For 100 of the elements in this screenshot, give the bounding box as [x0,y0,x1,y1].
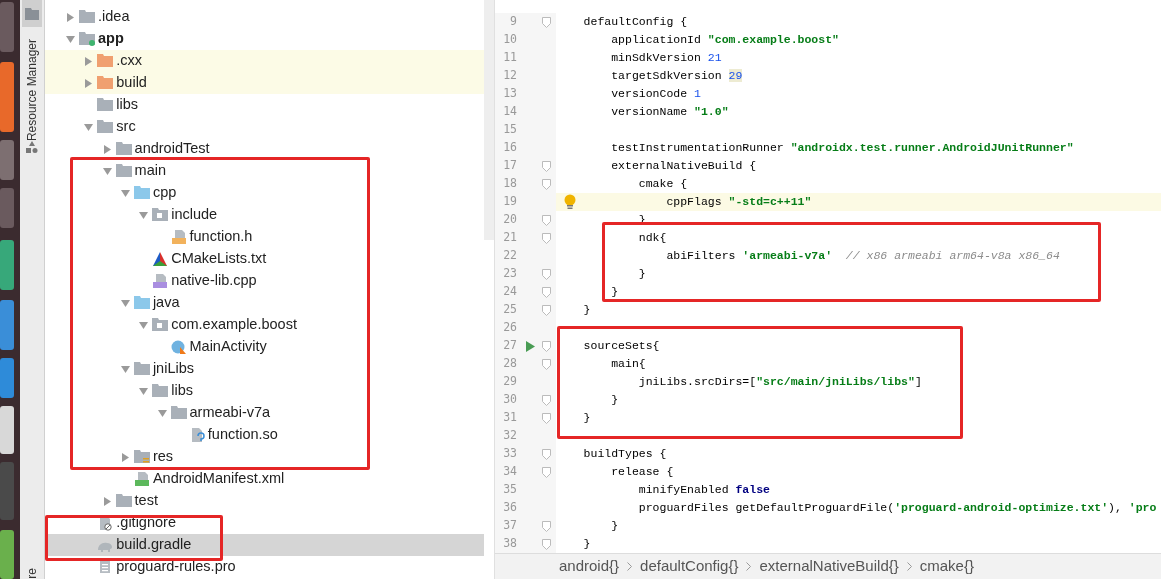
breadcrumb-item[interactable]: externalNativeBuild{} [759,555,899,578]
triangle-right-icon[interactable] [103,144,111,154]
code-line: } [610,392,620,408]
fold-marker-icon[interactable] [541,304,551,316]
fold-marker-icon[interactable] [541,232,551,244]
fold-marker-icon[interactable] [541,520,551,532]
tree-row[interactable]: main [45,160,484,182]
line-number: 10 [502,31,517,49]
fold-marker-icon[interactable] [541,286,551,298]
tree-row[interactable]: armeabi-v7a [45,402,484,424]
tree-row[interactable]: app [45,28,484,50]
breadcrumb-item[interactable]: defaultConfig{} [640,555,739,578]
tree-row[interactable]: src [45,116,484,138]
tree-row[interactable]: com.example.boost [45,314,484,336]
item-label: build [116,73,147,93]
line-number: 33 [502,445,517,463]
triangle-down-icon[interactable] [139,321,149,329]
tree-row[interactable]: function.h [45,226,484,248]
fold-marker-icon[interactable] [541,160,551,172]
tree-row[interactable]: .cxx [45,50,484,72]
item-label: main [134,161,167,181]
code-line: minSdkVersion 21 [610,50,723,66]
line-number: 25 [502,301,517,319]
triangle-down-icon[interactable] [157,409,167,417]
code-line: targetSdkVersion 29 [610,68,744,84]
triangle-down-icon[interactable] [120,299,130,307]
breadcrumb-item[interactable]: android{} [559,555,620,578]
item-label: native-lib.cpp [171,271,257,291]
item-label: proguard-rules.pro [116,557,236,577]
tree-row[interactable]: CMakeLists.txt [45,248,484,270]
line-number: 22 [502,247,517,265]
line-number: 23 [502,265,517,283]
folder-icon [133,295,150,311]
scrollbar[interactable] [484,0,494,240]
tree-row[interactable]: .idea [45,6,484,28]
triangle-right-icon[interactable] [121,452,129,462]
item-label: app [98,29,124,49]
tree-row[interactable]: include [45,204,484,226]
tree-row[interactable]: MainActivity [45,336,484,358]
triangle-right-icon[interactable] [85,78,93,88]
item-label: include [171,205,218,225]
line-number: 30 [502,391,517,409]
fold-marker-icon[interactable] [541,394,551,406]
lightbulb-icon[interactable] [564,194,576,210]
fold-marker-icon[interactable] [541,448,551,460]
fold-marker-icon[interactable] [541,214,551,226]
triangle-down-icon[interactable] [139,387,149,395]
tool-window-button[interactable] [22,0,42,27]
tree-row[interactable]: proguard-rules.pro [45,556,484,578]
item-label: function.so [207,425,278,445]
package-icon [152,317,169,333]
tree-row[interactable]: libs [45,94,484,116]
breadcrumb-item[interactable]: cmake{} [919,555,974,578]
tree-row[interactable]: build [45,72,484,94]
fold-marker-icon[interactable] [541,538,551,550]
tree-row[interactable]: test [45,490,484,512]
line-number: 17 [502,157,517,175]
fold-marker-icon[interactable] [541,268,551,280]
fold-marker-icon[interactable] [541,178,551,190]
tree-row[interactable]: jniLibs [45,358,484,380]
code-line: } [610,518,620,534]
line-number: 27 [502,337,517,355]
tree-row[interactable]: cpp [45,182,484,204]
code-line: externalNativeBuild { [610,158,758,174]
tree-row[interactable]: res [45,446,484,468]
fold-marker-icon[interactable] [541,412,551,424]
tree-row[interactable]: build.gradle [45,534,484,556]
tree-row[interactable]: libs [45,380,484,402]
tree-row[interactable]: androidTest [45,138,484,160]
tree-row[interactable]: java [45,292,484,314]
item-label: .cxx [116,51,143,71]
triangle-down-icon[interactable] [66,35,75,43]
code-line: release { [610,464,675,480]
run-icon[interactable] [525,340,535,352]
tool-window-tab[interactable]: Resource Manager [25,39,39,142]
tree-row[interactable]: AndroidManifest.xml [45,468,484,490]
code-line: cmake { [637,176,689,192]
fold-marker-icon[interactable] [541,340,551,352]
fold-marker-icon[interactable] [541,16,551,28]
code-line: applicationId "com.example.boost" [610,32,840,48]
tree-row[interactable]: .gitignore [45,512,484,534]
code-line: } [582,536,592,552]
tree-row[interactable]: native-lib.cpp [45,270,484,292]
triangle-down-icon[interactable] [102,167,112,175]
folder-icon [133,449,150,465]
triangle-down-icon[interactable] [120,189,130,197]
triangle-down-icon[interactable] [139,211,149,219]
line-number: 28 [502,355,517,373]
folder-icon [25,7,39,20]
triangle-down-icon[interactable] [84,123,94,131]
fold-marker-icon[interactable] [541,358,551,370]
item-label: CMakeLists.txt [171,249,267,269]
fold-marker-icon[interactable] [541,466,551,478]
tool-window-tab[interactable]: re [25,568,39,579]
tree-row[interactable]: function.so [45,424,484,446]
triangle-right-icon[interactable] [85,56,93,66]
triangle-right-icon[interactable] [67,12,74,22]
triangle-down-icon[interactable] [120,365,130,373]
folder-icon [97,75,114,91]
triangle-right-icon[interactable] [103,496,111,506]
